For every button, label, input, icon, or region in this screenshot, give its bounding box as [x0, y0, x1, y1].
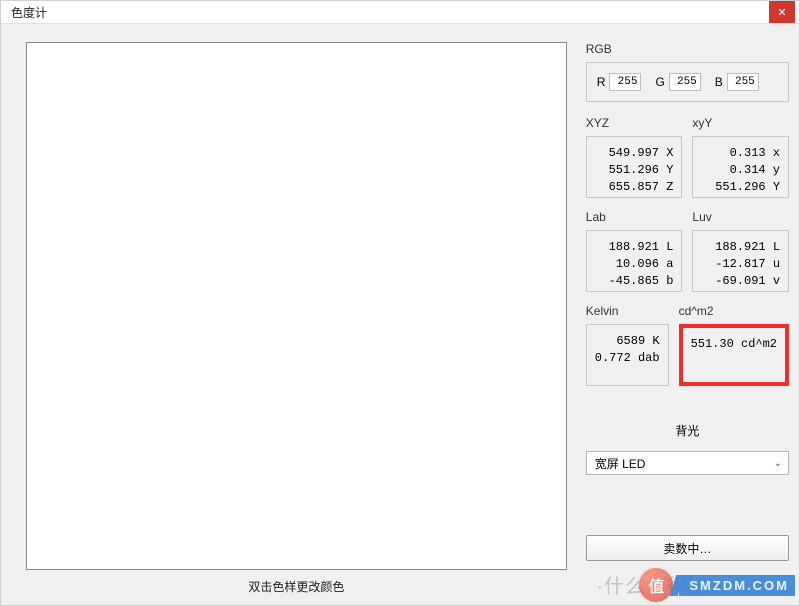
backlight-selected: 宽屏 LED: [595, 455, 646, 472]
lab-col: Lab 188.921 L 10.096 a -45.865 b: [586, 210, 683, 292]
backlight-label: 背光: [586, 422, 789, 439]
readings-panel: RGB R 255 G 255 B 255 XYZ 549.997 X: [568, 42, 789, 595]
lab-label: Lab: [586, 210, 683, 224]
rgb-g-label: G: [655, 75, 664, 89]
xyy-values: 0.313 x 0.314 y 551.296 Y: [692, 136, 789, 198]
app-window: 色度计 ✕ 双击色样更改颜色 RGB R 255 G 255 B: [0, 0, 800, 606]
backlight-select[interactable]: 宽屏 LED ⌄: [586, 451, 789, 475]
cdm2-label: cd^m2: [679, 304, 789, 318]
content-area: 双击色样更改颜色 RGB R 255 G 255 B 255: [1, 24, 799, 605]
close-button[interactable]: ✕: [769, 1, 795, 23]
swatch-area: 双击色样更改颜色: [25, 42, 568, 595]
rgb-label: RGB: [586, 42, 789, 56]
rgb-r-label: R: [597, 75, 606, 89]
rgb-g: G 255: [655, 73, 700, 91]
xyz-label: XYZ: [586, 116, 683, 130]
row-kelvin-cdm2: Kelvin 6589 K 0.772 dab cd^m2 551.30 cd^…: [586, 304, 789, 386]
titlebar: 色度计 ✕: [1, 1, 799, 24]
rgb-r: R 255: [597, 73, 642, 91]
cdm2-values: 551.30 cd^m2: [679, 324, 789, 386]
xyy-col: xyY 0.313 x 0.314 y 551.296 Y: [692, 116, 789, 198]
row-lab-luv: Lab 188.921 L 10.096 a -45.865 b Luv 188…: [586, 210, 789, 292]
row-xyz-xyy: XYZ 549.997 X 551.296 Y 655.857 Z xyY 0.…: [586, 116, 789, 198]
cdm2-col: cd^m2 551.30 cd^m2: [679, 304, 789, 386]
rgb-g-value[interactable]: 255: [669, 73, 701, 91]
rgb-box: R 255 G 255 B 255: [586, 62, 789, 102]
lab-values: 188.921 L 10.096 a -45.865 b: [586, 230, 683, 292]
chevron-down-icon: ⌄: [774, 458, 782, 469]
xyy-label: xyY: [692, 116, 789, 130]
xyz-col: XYZ 549.997 X 551.296 Y 655.857 Z: [586, 116, 683, 198]
rgb-b: B 255: [715, 73, 759, 91]
luv-col: Luv 188.921 L -12.817 u -69.091 v: [692, 210, 789, 292]
swatch-hint: 双击色样更改颜色: [248, 578, 344, 595]
kelvin-label: Kelvin: [586, 304, 669, 318]
xyz-values: 549.997 X 551.296 Y 655.857 Z: [586, 136, 683, 198]
luv-values: 188.921 L -12.817 u -69.091 v: [692, 230, 789, 292]
kelvin-values: 6589 K 0.772 dab: [586, 324, 669, 386]
close-icon: ✕: [777, 6, 786, 19]
rgb-r-value[interactable]: 255: [609, 73, 641, 91]
color-swatch[interactable]: [26, 42, 567, 570]
rgb-b-value[interactable]: 255: [727, 73, 759, 91]
rgb-b-label: B: [715, 75, 723, 89]
reading-button[interactable]: 卖数中…: [586, 535, 789, 561]
reading-button-label: 卖数中…: [663, 540, 711, 557]
luv-label: Luv: [692, 210, 789, 224]
window-title: 色度计: [11, 4, 47, 21]
kelvin-col: Kelvin 6589 K 0.772 dab: [586, 304, 669, 386]
